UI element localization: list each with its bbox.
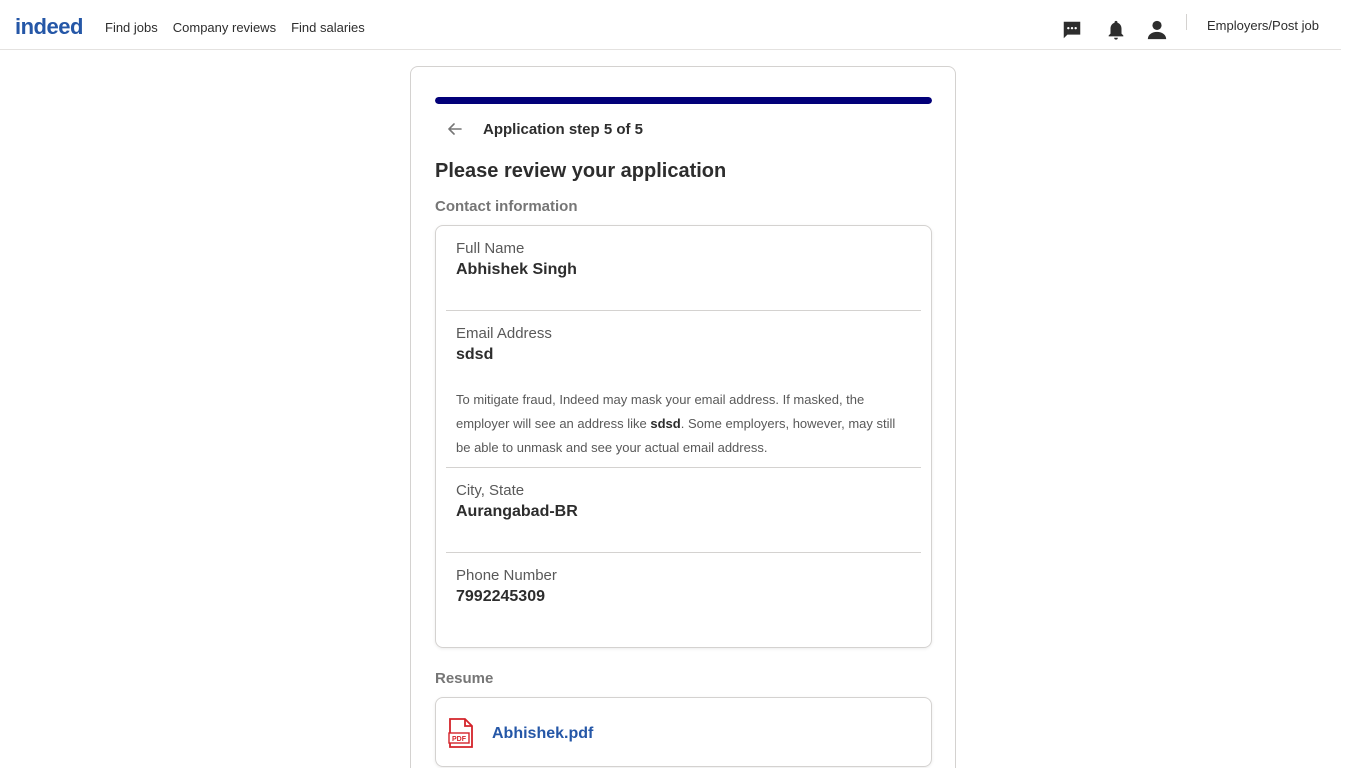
field-label: City, State bbox=[456, 482, 525, 499]
note-email-bold: sdsd bbox=[650, 416, 681, 431]
header-divider bbox=[1186, 14, 1187, 30]
nav-find-salaries[interactable]: Find salaries bbox=[291, 20, 365, 35]
divider bbox=[446, 467, 921, 468]
resume-section-label: Resume bbox=[435, 670, 494, 687]
page-title: Please review your application bbox=[435, 160, 727, 182]
field-label: Email Address bbox=[456, 325, 552, 342]
application-card: Application step 5 of 5 Please review yo… bbox=[410, 66, 956, 768]
field-value: sdsd bbox=[456, 346, 494, 363]
nav-find-jobs[interactable]: Find jobs bbox=[105, 20, 158, 35]
phone-number-field: Phone Number 7992245309 bbox=[456, 567, 921, 606]
indeed-logo[interactable]: indeed bbox=[15, 14, 83, 40]
nav-company-reviews[interactable]: Company reviews bbox=[173, 20, 276, 35]
contact-info-box: Full Name Abhishek Singh Email Address s… bbox=[435, 225, 932, 648]
field-label: Full Name bbox=[456, 240, 525, 257]
notifications-icon[interactable] bbox=[1104, 18, 1128, 42]
email-masking-note: To mitigate fraud, Indeed may mask your … bbox=[456, 388, 911, 460]
field-value: Aurangabad-BR bbox=[456, 503, 578, 520]
divider bbox=[446, 552, 921, 553]
employers-post-job-link[interactable]: Employers/Post job bbox=[1207, 18, 1319, 33]
profile-icon[interactable] bbox=[1145, 18, 1169, 42]
pdf-file-icon: PDF bbox=[448, 718, 474, 748]
field-value: Abhishek Singh bbox=[456, 261, 577, 278]
main-nav: Find jobs Company reviews Find salaries bbox=[105, 20, 365, 35]
progress-bar bbox=[435, 97, 932, 104]
top-navigation-bar: indeed Find jobs Company reviews Find sa… bbox=[0, 0, 1341, 50]
application-step-title: Application step 5 of 5 bbox=[483, 121, 644, 138]
field-value: 7992245309 bbox=[456, 588, 545, 605]
city-state-field: City, State Aurangabad-BR bbox=[456, 482, 921, 521]
back-arrow-icon[interactable] bbox=[445, 119, 465, 139]
full-name-field: Full Name Abhishek Singh bbox=[456, 240, 921, 279]
email-field: Email Address sdsd bbox=[456, 325, 921, 364]
logo-text: indeed bbox=[15, 14, 83, 39]
messages-icon[interactable] bbox=[1060, 18, 1084, 42]
resume-file-name[interactable]: Abhishek.pdf bbox=[492, 725, 593, 743]
field-label: Phone Number bbox=[456, 567, 557, 584]
divider bbox=[446, 310, 921, 311]
progress-bar-fill bbox=[435, 97, 932, 104]
pdf-badge-text: PDF bbox=[452, 736, 467, 743]
resume-file-card[interactable]: PDF Abhishek.pdf bbox=[435, 697, 932, 767]
contact-section-label: Contact information bbox=[435, 198, 578, 215]
